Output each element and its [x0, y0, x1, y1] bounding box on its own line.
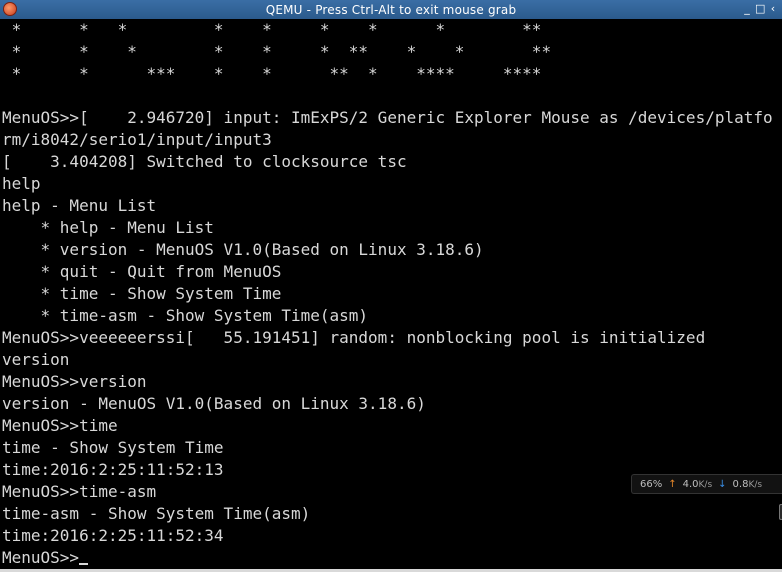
terminal-line: MenuOS>>veeeeeerssi[ 55.191451] random: …: [2, 328, 706, 347]
banner-line: * * *** * * ** * **** ****: [2, 64, 542, 83]
banner-line: * * * * * * * * **: [2, 20, 542, 39]
network-meter-widget[interactable]: 66% ↑ 4.0K/s ↓ 0.8K/s: [631, 474, 782, 494]
terminal-line: MenuOS>>time: [2, 416, 118, 435]
terminal-line: help: [2, 174, 41, 193]
terminal-line: * help - Menu List: [2, 218, 214, 237]
qemu-app-icon[interactable]: [3, 2, 17, 16]
download-value: 0.8: [732, 478, 749, 490]
maximize-button[interactable]: □: [755, 1, 765, 17]
terminal-line: rm/i8042/serio1/input/input3: [2, 130, 272, 149]
terminal-line: * quit - Quit from MenuOS: [2, 262, 282, 281]
terminal-line: [ 3.404208] Switched to clocksource tsc: [2, 152, 407, 171]
terminal-line: * time-asm - Show System Time(asm): [2, 306, 369, 325]
banner-line: * * * * * * ** * * **: [2, 42, 552, 61]
download-arrow-icon: ↓: [718, 478, 727, 490]
terminal-line: time - Show System Time: [2, 438, 224, 457]
download-unit: K/s: [748, 479, 763, 490]
upload-arrow-icon: ↑: [668, 478, 677, 490]
terminal-line: help - Menu List: [2, 196, 157, 215]
terminal-line: version: [2, 350, 70, 369]
minimize-button[interactable]: _: [742, 1, 752, 17]
upload-value: 4.0: [682, 478, 699, 490]
window-title: QEMU - Press Ctrl-Alt to exit mouse grab: [265, 2, 517, 17]
prompt-line[interactable]: MenuOS>>: [2, 547, 773, 569]
terminal-line: MenuOS>>[ 2.946720] input: ImExPS/2 Gene…: [2, 108, 773, 127]
upload-unit: K/s: [698, 479, 713, 490]
cpu-percent: 66%: [640, 478, 663, 490]
terminal-line: time:2016:2:25:11:52:34: [2, 526, 224, 545]
terminal-line: time-asm - Show System Time(asm): [2, 504, 311, 523]
terminal-line: version - MenuOS V1.0(Based on Linux 3.1…: [2, 394, 426, 413]
upload-rate: 4.0K/s: [683, 479, 713, 490]
download-rate: 0.8K/s: [733, 479, 763, 490]
shell-prompt: MenuOS>>: [2, 548, 80, 567]
window-controls: _ □ ‹: [742, 1, 778, 17]
terminal-line: * version - MenuOS V1.0(Based on Linux 3…: [2, 240, 484, 259]
text-cursor: [79, 563, 89, 565]
close-button[interactable]: ‹: [768, 1, 778, 17]
terminal-line: MenuOS>>version: [2, 372, 147, 391]
window-titlebar[interactable]: QEMU - Press Ctrl-Alt to exit mouse grab…: [0, 0, 782, 19]
terminal-line: * time - Show System Time: [2, 284, 282, 303]
